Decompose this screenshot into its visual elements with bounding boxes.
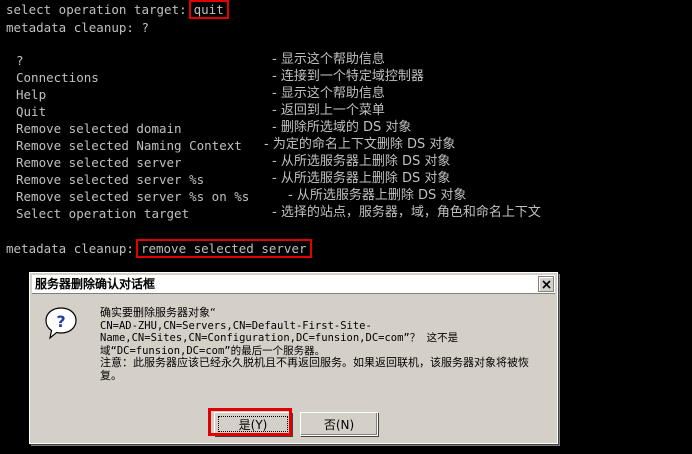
confirm-dialog: 服务器删除确认对话框 ? 确实要删除服务器对象“ CN=AD-ZHU,CN=Se… (29, 272, 558, 444)
dialog-title: 服务器删除确认对话框 (35, 277, 156, 291)
svg-text:?: ? (56, 312, 65, 331)
help-cmd-name: Remove selected server %s (16, 172, 205, 187)
prompt-prefix: select operation target: (6, 2, 187, 17)
question-icon: ? (45, 307, 77, 340)
help-cmd-name: Remove selected Naming Context (16, 138, 242, 153)
help-cmd-desc: - 删除所选域的 DS 对象 (272, 120, 412, 135)
help-cmd-desc: - 选择的站点，服务器，域，角色和命名上下文 (272, 205, 541, 220)
help-cmd-name: Help (16, 87, 47, 102)
prompt-prefix: metadata cleanup: (6, 241, 134, 256)
help-cmd-name: Remove selected domain (16, 121, 182, 136)
yes-button[interactable]: 是(Y) (214, 412, 292, 436)
help-cmd-desc: - 返回到上一个菜单 (272, 103, 385, 118)
help-cmd-name: Quit (16, 104, 47, 119)
help-cmd-name: ? (16, 53, 24, 68)
help-cmd-desc: - 从所选服务器上删除 DS 对象 (272, 171, 451, 186)
dialog-message: 确实要删除服务器对象“ CN=AD-ZHU,CN=Servers,CN=Defa… (100, 306, 550, 383)
help-cmd-desc: - 从所选服务器上删除 DS 对象 (288, 188, 467, 203)
message-dn: CN=AD-ZHU,CN=Servers,CN=Default-First-Si… (100, 319, 459, 357)
close-button[interactable] (538, 276, 554, 292)
prompt-line-3: metadata cleanup: remove selected server (6, 239, 312, 258)
help-cmd-desc: - 从所选服务器上删除 DS 对象 (272, 154, 451, 169)
message-note: 注意：此服务器应该已经永久脱机且不再返回服务。如果返回联机，该服务器对象将被恢复… (100, 356, 529, 382)
help-cmd-name: Connections (16, 70, 99, 85)
help-cmd-name: Remove selected server %s on %s (16, 189, 250, 204)
prompt-line-1: select operation target: quit (6, 0, 229, 19)
help-cmd-name: Remove selected server (16, 155, 182, 170)
help-cmd-name: Select operation target (16, 206, 190, 221)
prompt-line-2: metadata cleanup: ? (6, 20, 149, 35)
remove-server-command: remove selected server (135, 239, 312, 258)
dialog-titlebar[interactable]: 服务器删除确认对话框 (32, 275, 555, 294)
close-icon (541, 279, 551, 289)
message-line: 确实要删除服务器对象“ (100, 306, 216, 319)
quit-command: quit (188, 0, 229, 19)
help-cmd-desc: - 为定的命名上下文删除 DS 对象 (264, 137, 456, 152)
no-button[interactable]: 否(N) (300, 412, 378, 436)
help-cmd-desc: - 连接到一个特定域控制器 (272, 69, 424, 84)
help-cmd-desc: - 显示这个帮助信息 (272, 52, 385, 67)
help-cmd-desc: - 显示这个帮助信息 (272, 86, 385, 101)
